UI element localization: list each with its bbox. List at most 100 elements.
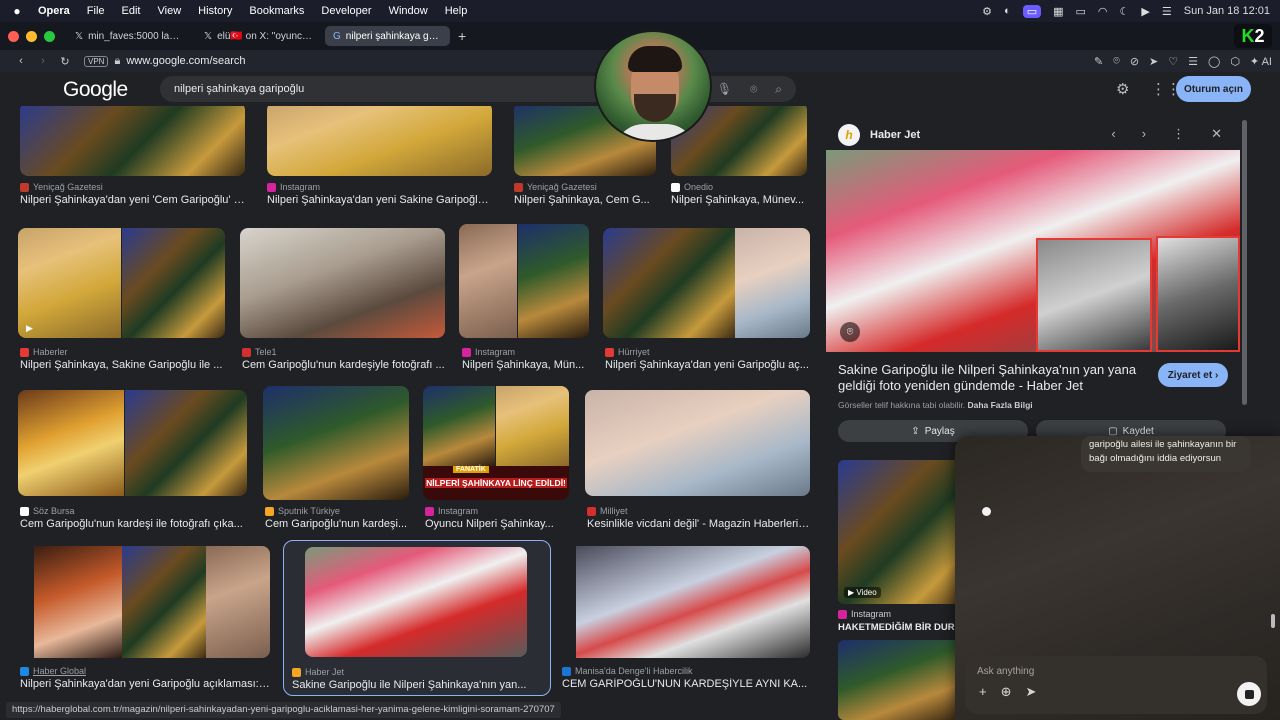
result-thumbnail[interactable] [562, 546, 810, 658]
vpn-badge[interactable]: VPN [84, 55, 109, 67]
menu-file[interactable]: File [87, 5, 105, 17]
forward-icon[interactable]: › [32, 55, 54, 67]
status-moon-icon[interactable]: ☾ [1120, 5, 1130, 18]
mic-icon[interactable]: 🎙︎ [717, 82, 732, 96]
menu-edit[interactable]: Edit [122, 5, 141, 17]
reload-icon[interactable]: ↻ [54, 55, 76, 68]
heart-icon[interactable]: ♡ [1168, 55, 1178, 68]
status-play-icon[interactable]: ▶ [1141, 5, 1149, 18]
result-thumbnail[interactable] [603, 228, 810, 338]
panel-scrollbar[interactable] [1242, 120, 1247, 405]
result-card[interactable]: ▶ Haberler Nilperi Şahinkaya, Sakine Gar… [18, 228, 225, 372]
result-title[interactable]: Nilperi Şahinkaya, Münev... [671, 194, 807, 206]
search-input[interactable] [174, 83, 574, 95]
menu-history[interactable]: History [198, 5, 232, 17]
status-control-center-icon[interactable]: ☰ [1162, 5, 1172, 18]
lens-icon[interactable]: ⌾ [750, 82, 757, 97]
result-title[interactable]: Cem Garipoğlu'nun kardeşi... [265, 518, 409, 530]
tab-x-search[interactable]: 𝕏 min_faves:5000 lang:tr [67, 26, 192, 46]
stop-generation-button[interactable] [1237, 682, 1261, 706]
result-title[interactable]: Sakine Garipoğlu ile Nilperi Şahinkaya'n… [292, 679, 544, 691]
close-window-button[interactable] [8, 30, 19, 42]
more-options-icon[interactable]: ⋮ [1172, 126, 1185, 142]
globe-icon[interactable]: ⊕ [1001, 684, 1012, 700]
result-thumbnail[interactable]: FANATİK NİLPERİ ŞAHİNKAYA LİNÇ EDİLDİ! [423, 386, 569, 500]
result-title[interactable]: Nilperi Şahinkaya, Mün... [462, 359, 589, 371]
result-title[interactable]: Nilperi Şahinkaya'dan yeni 'Cem Garipoğl… [20, 194, 245, 206]
close-icon[interactable]: ✕ [1211, 126, 1222, 142]
search-icon[interactable]: ⌕ [775, 82, 782, 97]
tracker-icon[interactable]: ⊘ [1130, 55, 1139, 68]
send-icon[interactable]: ➤ [1149, 55, 1158, 68]
panel-title[interactable]: Sakine Garipoğlu ile Nilperi Şahinkaya'n… [838, 362, 1138, 394]
ai-composer[interactable]: + ⊕ ➤ [965, 656, 1267, 714]
menu-window[interactable]: Window [389, 5, 428, 17]
related-image-thumbnail[interactable]: ▶ Video [838, 460, 968, 604]
status-gear-icon[interactable]: ⚙ [982, 5, 992, 18]
result-thumbnail[interactable] [240, 228, 445, 338]
result-card[interactable]: Sputnik Türkiye Cem Garipoğlu'nun kardeş… [263, 386, 409, 532]
panel-main-image[interactable] [826, 150, 1240, 352]
status-wifi-icon[interactable]: ◠ [1098, 5, 1108, 18]
send-icon[interactable]: ➤ [1026, 684, 1037, 700]
status-record-icon[interactable]: ◐ [1004, 5, 1011, 17]
menu-app-name[interactable]: Opera [38, 5, 70, 17]
result-card[interactable]: Instagram Nilperi Şahinkaya'dan yeni Sak… [267, 106, 492, 212]
google-lens-icon[interactable]: ⌾ [840, 322, 860, 342]
previous-icon[interactable]: ‹ [1111, 126, 1115, 142]
tab-x-post[interactable]: 𝕏 elü🇹🇷 on X: "oyunculuk [196, 26, 321, 46]
address-url[interactable]: www.google.com/search [126, 55, 245, 67]
status-grid-icon[interactable]: ▦ [1053, 5, 1063, 18]
result-title[interactable]: Oyuncu Nilperi Şahinkay... [425, 518, 569, 530]
add-icon[interactable]: + [979, 684, 987, 700]
menu-help[interactable]: Help [445, 5, 468, 17]
ai-scrollbar[interactable] [1271, 614, 1275, 628]
menu-view[interactable]: View [158, 5, 182, 17]
result-thumbnail[interactable] [305, 547, 527, 657]
result-title[interactable]: CEM GARİPOĞLU'NUN KARDEŞİYLE AYNI KA... [562, 678, 810, 690]
menu-bookmarks[interactable]: Bookmarks [249, 5, 304, 17]
zoom-window-button[interactable] [44, 30, 55, 42]
result-thumbnail[interactable] [585, 390, 810, 496]
panel-source-header[interactable]: h Haber Jet [838, 124, 920, 146]
result-title[interactable]: Nilperi Şahinkaya'dan yeni Garipoğlu açı… [20, 678, 270, 690]
status-screen-icon[interactable]: ▭ [1022, 4, 1042, 18]
result-card[interactable]: Milliyet Kesinlikle vicdani değil' - Mag… [585, 390, 810, 532]
edit-icon[interactable]: ✎ [1094, 55, 1103, 68]
related-image-thumbnail-2[interactable] [838, 640, 968, 720]
result-title[interactable]: Nilperi Şahinkaya'dan yeni Garipoğlu aç.… [605, 359, 810, 371]
result-title[interactable]: Nilperi Şahinkaya, Sakine Garipoğlu ile … [20, 359, 225, 371]
status-battery-icon[interactable]: ▭ [1076, 5, 1086, 18]
learn-more-link[interactable]: Daha Fazla Bilgi [967, 400, 1032, 410]
result-card[interactable]: Tele1 Cem Garipoğlu'nun kardeşiyle fotoğ… [240, 228, 445, 372]
result-thumbnail[interactable] [263, 386, 409, 500]
minimize-window-button[interactable] [26, 30, 37, 42]
list-icon[interactable]: ☰ [1188, 55, 1198, 68]
result-thumbnail[interactable]: ▶ [18, 228, 225, 338]
result-title[interactable]: Kesinlikle vicdani değil' - Magazin Habe… [587, 518, 810, 530]
result-card[interactable]: Manisa'da Denge'li Habercilik CEM GARİPO… [562, 546, 810, 694]
result-thumbnail[interactable] [18, 390, 247, 496]
result-card-selected[interactable]: Haber Jet Sakine Garipoğlu ile Nilperi Ş… [283, 540, 551, 696]
result-title[interactable]: Cem Garipoğlu'nun kardeşiyle fotoğrafı .… [242, 359, 445, 371]
back-icon[interactable]: ‹ [10, 55, 32, 67]
account-icon[interactable]: ◯ [1208, 55, 1220, 68]
result-card[interactable]: Söz Bursa Cem Garipoğlu'nun kardeşi ile … [18, 390, 247, 532]
result-card[interactable]: Instagram Nilperi Şahinkaya, Mün... [459, 224, 589, 372]
result-title[interactable]: Nilperi Şahinkaya'dan yeni Sakine Garipo… [267, 194, 492, 206]
ai-button[interactable]: ✦ AI [1250, 55, 1272, 68]
ask-anything-input[interactable] [977, 662, 1227, 680]
camera-icon[interactable]: ⌾ [1113, 55, 1120, 68]
related-title[interactable]: HAKETMEDİĞİM BİR DURU... [838, 622, 969, 633]
visit-button[interactable]: Ziyaret et › [1158, 363, 1228, 387]
result-card[interactable]: FANATİK NİLPERİ ŞAHİNKAYA LİNÇ EDİLDİ! I… [423, 386, 569, 532]
menu-developer[interactable]: Developer [321, 5, 371, 17]
result-thumbnail[interactable] [20, 106, 245, 176]
result-card[interactable]: Yeniçağ Gazetesi Nilperi Şahinkaya'dan y… [20, 106, 245, 212]
google-logo[interactable]: Google [63, 78, 128, 102]
next-icon[interactable]: › [1142, 126, 1146, 142]
tab-google-search[interactable]: G nilperi şahinkaya garipoğ [325, 26, 450, 46]
cube-icon[interactable]: ⬡ [1230, 55, 1240, 68]
result-thumbnail[interactable] [267, 106, 492, 176]
menu-clock[interactable]: Sun Jan 18 12:01 [1184, 5, 1270, 17]
